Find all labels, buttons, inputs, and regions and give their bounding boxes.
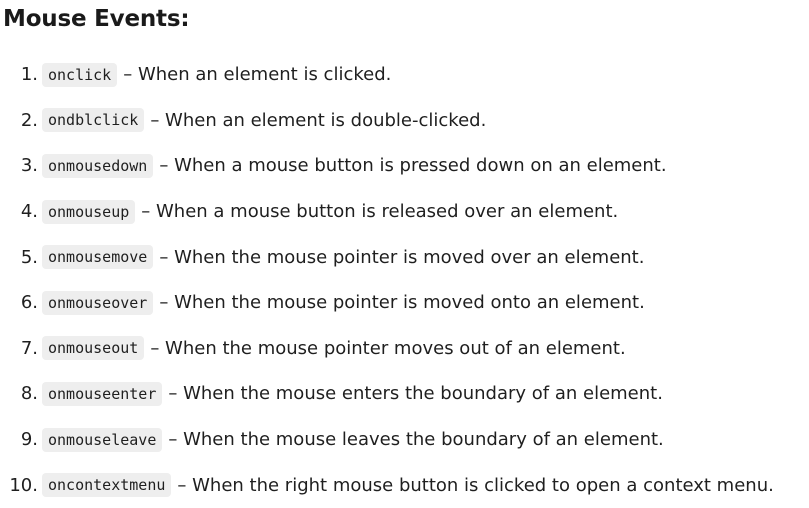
list-item-number: 8. — [20, 383, 38, 405]
event-description: – When a mouse button is released over a… — [141, 201, 619, 223]
event-code: onmouseover — [42, 290, 154, 315]
event-description: – When an element is clicked. — [123, 64, 392, 86]
list-item-number: 1. — [20, 64, 38, 86]
event-description: – When the mouse enters the boundary of … — [168, 383, 663, 405]
section-heading: Mouse Events: — [3, 6, 190, 32]
event-code: onmouseenter — [42, 381, 163, 406]
list-item-number: 10. — [9, 474, 38, 496]
event-description: – When the mouse pointer is moved onto a… — [159, 292, 645, 314]
event-description: – When a mouse button is pressed down on… — [159, 155, 667, 177]
list-item: 10. oncontextmenu – When the right mouse… — [0, 462, 774, 508]
event-code: ondblclick — [42, 108, 145, 133]
list-item: 6. onmouseover – When the mouse pointer … — [0, 280, 774, 326]
event-code: oncontextmenu — [42, 473, 172, 498]
list-item-number: 4. — [20, 201, 38, 223]
list-item-number: 3. — [20, 155, 38, 177]
list-item: 2. ondblclick – When an element is doubl… — [0, 98, 774, 144]
list-item: 3. onmousedown – When a mouse button is … — [0, 143, 774, 189]
list-item-number: 6. — [20, 292, 38, 314]
event-code: onmouseup — [42, 199, 136, 224]
event-description: – When the mouse leaves the boundary of … — [168, 429, 664, 451]
event-code: onmousemove — [42, 245, 154, 270]
list-item: 9. onmouseleave – When the mouse leaves … — [0, 417, 774, 463]
event-description: – When an element is double-clicked. — [150, 109, 487, 131]
list-item: 8. onmouseenter – When the mouse enters … — [0, 371, 774, 417]
list-item-number: 2. — [20, 109, 38, 131]
list-item-number: 9. — [20, 429, 38, 451]
event-code: onmouseleave — [42, 427, 163, 452]
list-item: 4. onmouseup – When a mouse button is re… — [0, 189, 774, 235]
event-code: onclick — [42, 62, 118, 87]
event-description: – When the mouse pointer moves out of an… — [150, 337, 626, 359]
list-item-number: 5. — [20, 246, 38, 268]
mouse-events-list: 1. onclick – When an element is clicked.… — [0, 52, 774, 508]
event-description: – When the mouse pointer is moved over a… — [159, 246, 645, 268]
list-item: 7. onmouseout – When the mouse pointer m… — [0, 326, 774, 372]
list-item: 1. onclick – When an element is clicked. — [0, 52, 774, 98]
list-item-number: 7. — [20, 337, 38, 359]
event-code: onmouseout — [42, 336, 145, 361]
event-code: onmousedown — [42, 153, 154, 178]
list-item: 5. onmousemove – When the mouse pointer … — [0, 234, 774, 280]
event-description: – When the right mouse button is clicked… — [177, 474, 774, 496]
